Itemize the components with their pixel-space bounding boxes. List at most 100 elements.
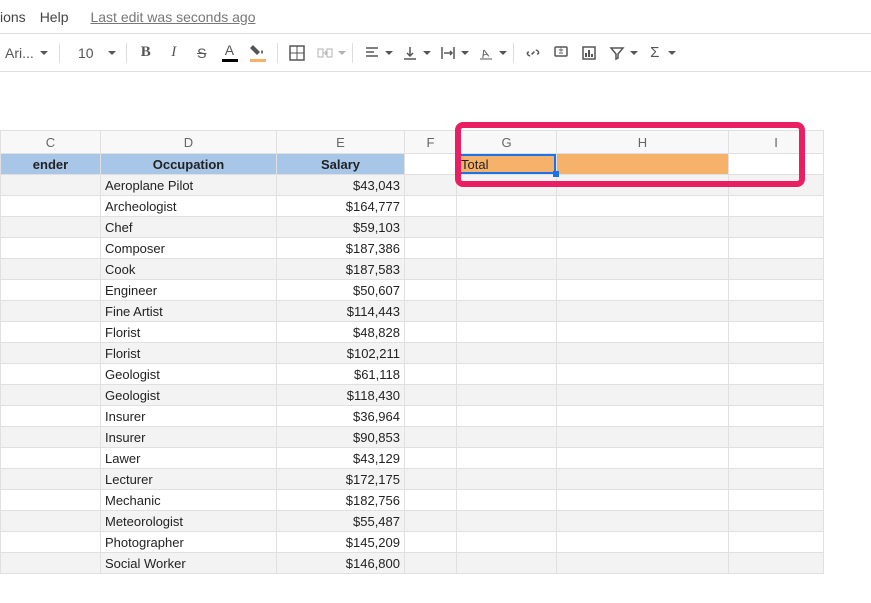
cell[interactable] [457,490,557,511]
cell[interactable] [457,469,557,490]
cell[interactable] [729,217,824,238]
cell[interactable] [557,553,729,574]
font-size-select[interactable]: 10 [66,43,106,63]
insert-chart-button[interactable] [576,40,602,66]
cell[interactable] [405,175,457,196]
cell[interactable] [729,280,824,301]
salary-cell[interactable]: $164,777 [277,196,405,217]
text-wrap-button[interactable] [435,40,461,66]
cell[interactable] [405,448,457,469]
insert-comment-button[interactable]: + [548,40,574,66]
cell[interactable] [405,259,457,280]
menu-item-help[interactable]: Help [40,9,69,25]
salary-cell[interactable]: $36,964 [277,406,405,427]
cell[interactable] [729,448,824,469]
cell[interactable] [457,259,557,280]
cell[interactable] [557,175,729,196]
total-value-cell[interactable] [557,154,729,175]
salary-cell[interactable]: $187,583 [277,259,405,280]
column-header-C[interactable]: C [1,131,101,154]
salary-cell[interactable]: $145,209 [277,532,405,553]
salary-cell[interactable]: $118,430 [277,385,405,406]
occupation-cell[interactable]: Insurer [101,427,277,448]
occupation-cell[interactable]: Aeroplane Pilot [101,175,277,196]
salary-cell[interactable]: $182,756 [277,490,405,511]
salary-cell[interactable]: $43,129 [277,448,405,469]
cell[interactable] [1,511,101,532]
cell[interactable] [557,301,729,322]
occupation-cell[interactable]: Geologist [101,385,277,406]
occupation-cell[interactable]: Cook [101,259,277,280]
cell[interactable] [557,364,729,385]
text-color-button[interactable]: A [217,40,243,66]
cell[interactable] [729,196,824,217]
cell[interactable] [729,364,824,385]
cell[interactable] [405,385,457,406]
occupation-cell[interactable]: Lawer [101,448,277,469]
cell[interactable] [457,175,557,196]
selection-handle[interactable] [553,171,559,177]
cell[interactable] [1,469,101,490]
cell[interactable] [405,238,457,259]
cell[interactable] [729,532,824,553]
salary-cell[interactable]: $55,487 [277,511,405,532]
cell[interactable] [729,259,824,280]
strikethrough-button[interactable]: S [189,40,215,66]
cell[interactable] [405,364,457,385]
cell[interactable] [405,280,457,301]
column-header-I[interactable]: I [729,131,824,154]
cell[interactable] [729,343,824,364]
cell[interactable] [557,427,729,448]
header-cell-salary[interactable]: Salary [277,154,405,175]
column-header-H[interactable]: H [557,131,729,154]
occupation-cell[interactable]: Archeologist [101,196,277,217]
vertical-align-button[interactable] [397,40,423,66]
font-family-select[interactable]: Ari... [0,42,53,64]
cell[interactable] [405,406,457,427]
merge-cells-button[interactable] [312,40,338,66]
cell[interactable] [457,217,557,238]
column-header-D[interactable]: D [101,131,277,154]
cell[interactable] [1,322,101,343]
occupation-cell[interactable]: Photographer [101,532,277,553]
cell[interactable] [557,217,729,238]
occupation-cell[interactable]: Mechanic [101,490,277,511]
cell[interactable] [405,469,457,490]
salary-cell[interactable]: $43,043 [277,175,405,196]
cell[interactable] [557,280,729,301]
cell[interactable] [557,448,729,469]
cell[interactable] [457,238,557,259]
cell[interactable] [1,448,101,469]
column-header-F[interactable]: F [405,131,457,154]
text-rotation-button[interactable]: A [473,40,499,66]
total-label-cell[interactable]: Total [457,154,557,175]
salary-cell[interactable]: $90,853 [277,427,405,448]
cell[interactable] [457,532,557,553]
cell[interactable] [405,427,457,448]
cell[interactable] [457,322,557,343]
header-cell-occupation[interactable]: Occupation [101,154,277,175]
cell[interactable] [457,385,557,406]
cell[interactable] [557,490,729,511]
cell[interactable] [1,406,101,427]
cell[interactable] [729,154,824,175]
cell[interactable] [729,301,824,322]
insert-link-button[interactable] [520,40,546,66]
salary-cell[interactable]: $48,828 [277,322,405,343]
occupation-cell[interactable]: Chef [101,217,277,238]
cell[interactable] [405,196,457,217]
cell[interactable] [729,427,824,448]
cell[interactable] [557,343,729,364]
cell[interactable] [457,553,557,574]
occupation-cell[interactable]: Florist [101,322,277,343]
cell[interactable] [557,469,729,490]
cell[interactable] [405,532,457,553]
salary-cell[interactable]: $61,118 [277,364,405,385]
salary-cell[interactable]: $114,443 [277,301,405,322]
italic-button[interactable]: I [161,40,187,66]
cell[interactable] [457,301,557,322]
salary-cell[interactable]: $102,211 [277,343,405,364]
bold-button[interactable]: B [133,40,159,66]
cell[interactable] [729,406,824,427]
cell[interactable] [729,553,824,574]
